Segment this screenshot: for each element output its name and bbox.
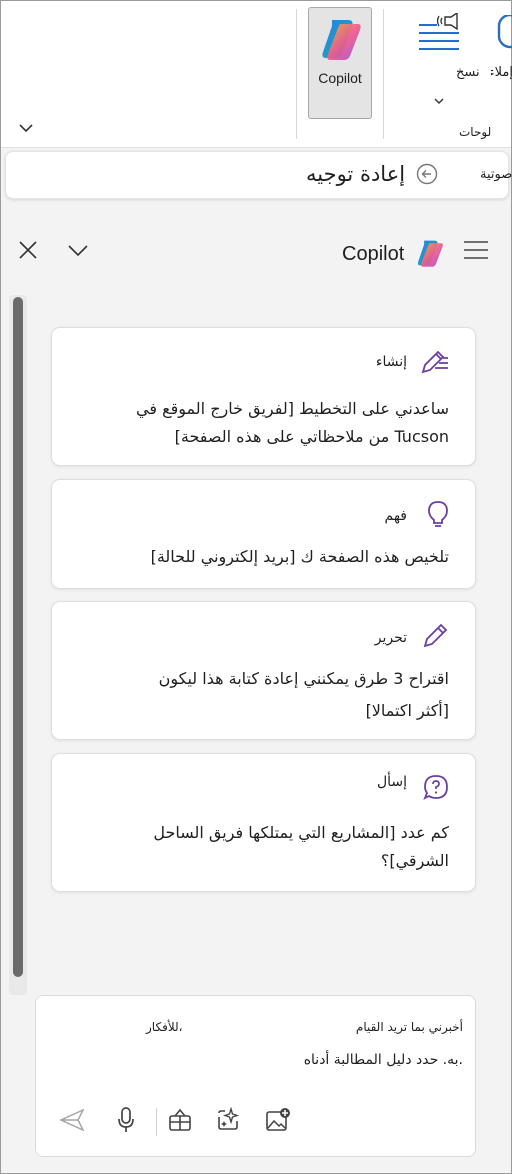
card-category-label: إنشاء <box>375 354 407 370</box>
chevron-down-icon <box>68 245 88 257</box>
microphone-icon <box>118 1107 134 1132</box>
command-bar: إعادة توجيه صوتية <box>5 151 512 199</box>
pane-title: Copilot <box>342 243 405 265</box>
pane-options-button[interactable] <box>65 237 91 267</box>
back-arrow-circle-icon[interactable] <box>416 163 438 189</box>
chevron-down-icon <box>19 124 33 133</box>
card-prompt-line: Tucson من ملاحظاتي على هذه الصفحة] <box>174 427 449 446</box>
lightbulb-icon <box>427 500 449 532</box>
copilot-pane-header: Copilot <box>1 223 511 283</box>
dictate-icon[interactable] <box>497 13 512 53</box>
compose-placeholder: أخبرني بما تريد القيام <box>355 1020 463 1034</box>
prompt-compose-box[interactable]: أخبرني بما تريد القيام للأفكار، به. حدد … <box>35 995 476 1157</box>
dictate-label[interactable]: إملاء <box>491 65 512 80</box>
copilot-ribbon-label: Copilot <box>318 70 362 86</box>
card-category-label: إسأل <box>376 774 407 790</box>
card-prompt-line: [أكثر اكتمالا] <box>365 701 449 720</box>
ribbon-group-label: لوحات <box>459 125 492 139</box>
microphone-button[interactable] <box>110 1104 142 1136</box>
card-category-label: تحرير <box>374 630 407 646</box>
add-image-button[interactable] <box>262 1104 294 1136</box>
card-prompt-line: تلخيص هذه الصفحة ك [بريد إلكتروني للحالة… <box>150 547 449 566</box>
voice-button-label[interactable]: صوتية <box>480 167 512 182</box>
compose-placeholder: به. حدد دليل المطالبة أدناه. <box>303 1052 463 1068</box>
question-bubble-icon <box>423 774 449 804</box>
card-category-label: فهم <box>384 508 407 524</box>
prompt-card-create[interactable]: إنشاء ساعدني على التخطيط [لفريق خارج الم… <box>51 327 476 466</box>
ribbon-separator <box>296 9 297 139</box>
card-prompt-line: اقتراح 3 طرق يمكنني إعادة كتابة هذا ليكو… <box>158 669 449 688</box>
pencil-icon <box>423 622 449 652</box>
pane-menu-button[interactable] <box>463 239 489 265</box>
prompt-card-understand[interactable]: فهم تلخيص هذه الصفحة ك [بريد إلكتروني لل… <box>51 479 476 589</box>
toolbar-separator <box>156 1108 157 1136</box>
transcribe-label[interactable]: نسخ <box>456 65 480 80</box>
card-prompt-line: كم عدد [المشاريع التي يمتلكها فريق الساح… <box>153 823 449 842</box>
chevron-down-icon <box>434 98 444 104</box>
close-icon <box>19 241 37 259</box>
compose-placeholder: للأفكار، <box>146 1020 183 1034</box>
ribbon-separator <box>383 9 384 139</box>
transcribe-dropdown[interactable] <box>433 91 445 110</box>
copilot-ribbon-button[interactable]: Copilot <box>308 7 372 119</box>
card-prompt-line: الشرقي]؟ <box>380 851 449 870</box>
add-image-icon <box>266 1108 290 1131</box>
pen-lines-icon <box>421 348 449 378</box>
prompt-card-ask[interactable]: إسأل كم عدد [المشاريع التي يمتلكها فريق … <box>51 753 476 892</box>
copilot-logo-icon <box>322 20 361 60</box>
sparkle-button[interactable] <box>212 1104 244 1136</box>
send-icon <box>59 1109 85 1131</box>
compose-toolbar <box>36 1104 475 1144</box>
prompt-card-edit[interactable]: تحرير اقتراح 3 طرق يمكنني إعادة كتابة هذ… <box>51 601 476 740</box>
prompt-guide-button[interactable] <box>164 1104 196 1136</box>
card-prompt-line: ساعدني على التخطيط [لفريق خارج الموقع في <box>136 399 449 418</box>
prompt-guide-icon <box>169 1108 191 1131</box>
scrollbar-thumb[interactable] <box>13 297 23 977</box>
hamburger-menu-icon <box>464 241 488 259</box>
send-button[interactable] <box>56 1104 88 1136</box>
ribbon-collapse-button[interactable] <box>15 117 37 139</box>
redirect-button-label[interactable]: إعادة توجيه <box>306 162 405 186</box>
transcribe-icon[interactable] <box>415 11 463 61</box>
sparkle-icon <box>218 1107 240 1130</box>
copilot-logo-icon <box>415 238 445 272</box>
close-pane-button[interactable] <box>15 237 41 267</box>
ribbon: Copilot نسخ إملاء لوحات <box>1 1 512 148</box>
